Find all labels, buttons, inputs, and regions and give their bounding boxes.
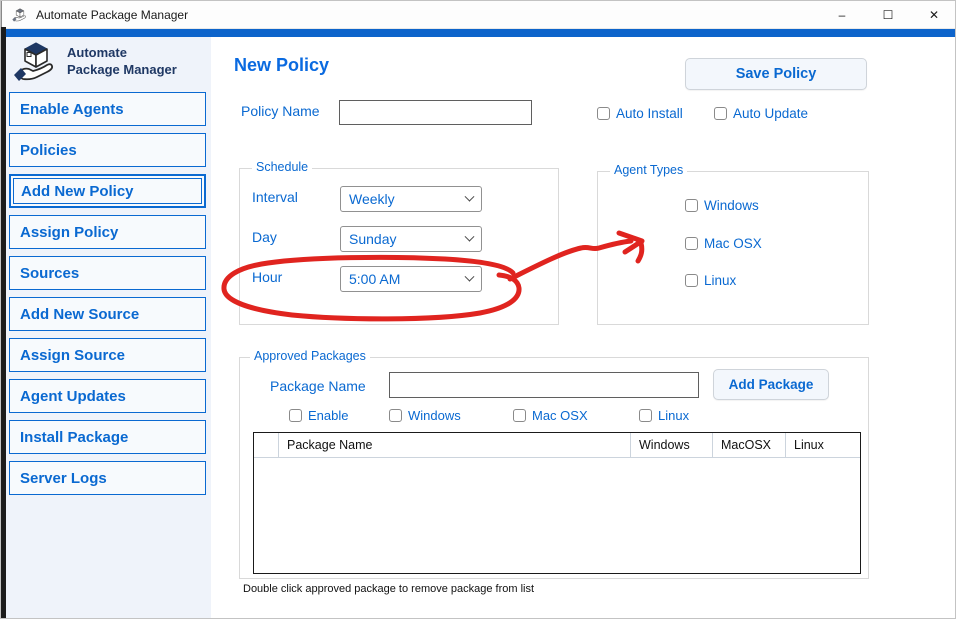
checkbox-icon	[685, 199, 698, 212]
col-macosx: MacOSX	[713, 433, 786, 457]
day-select[interactable]: Sunday	[340, 226, 482, 252]
checkbox-icon	[639, 409, 652, 422]
pkg-linux-checkbox[interactable]: Linux	[639, 408, 689, 423]
app-window: Automate Package Manager – ☐ ✕ Automate …	[0, 0, 956, 619]
app-logo: Automate Package Manager	[13, 41, 177, 83]
agent-linux-checkbox[interactable]: Linux	[685, 273, 736, 288]
col-package-name: Package Name	[279, 433, 631, 457]
brand-line2: Package Manager	[67, 62, 177, 79]
table-header-row: Package Name Windows MacOSX Linux	[254, 433, 860, 458]
agent-windows-label: Windows	[704, 198, 759, 213]
window-title: Automate Package Manager	[36, 8, 188, 22]
hour-value: 5:00 AM	[349, 271, 400, 287]
hour-select[interactable]: 5:00 AM	[340, 266, 482, 292]
col-selector	[254, 433, 279, 457]
agent-windows-checkbox[interactable]: Windows	[685, 198, 759, 213]
agent-types-legend: Agent Types	[610, 163, 687, 177]
checkbox-icon	[289, 409, 302, 422]
package-hand-icon	[13, 41, 59, 83]
auto-update-label: Auto Update	[733, 106, 808, 121]
pkg-windows-label: Windows	[408, 408, 461, 423]
sidebar-item-assign-policy[interactable]: Assign Policy	[9, 215, 206, 249]
minimize-button[interactable]: –	[819, 1, 865, 29]
pkg-macosx-checkbox[interactable]: Mac OSX	[513, 408, 588, 423]
chevron-down-icon	[465, 191, 475, 201]
add-package-button[interactable]: Add Package	[713, 369, 829, 400]
package-name-input[interactable]	[389, 372, 699, 398]
checkbox-icon	[513, 409, 526, 422]
table-body-empty[interactable]	[254, 458, 860, 573]
approved-packages-legend: Approved Packages	[250, 349, 370, 363]
auto-update-checkbox[interactable]: Auto Update	[714, 106, 808, 121]
close-button[interactable]: ✕	[911, 1, 956, 29]
agent-linux-label: Linux	[704, 273, 736, 288]
sidebar-item-sources[interactable]: Sources	[9, 256, 206, 290]
col-windows: Windows	[631, 433, 713, 457]
col-linux: Linux	[786, 433, 857, 457]
checkbox-icon	[685, 237, 698, 250]
policy-name-label: Policy Name	[241, 103, 320, 119]
hour-label: Hour	[252, 269, 282, 285]
pkg-linux-label: Linux	[658, 408, 689, 423]
remove-package-hint: Double click approved package to remove …	[243, 583, 534, 595]
sidebar-item-install-package[interactable]: Install Package	[9, 420, 206, 454]
chevron-down-icon	[465, 271, 475, 281]
save-policy-button[interactable]: Save Policy	[685, 58, 867, 90]
pkg-macosx-label: Mac OSX	[532, 408, 588, 423]
interval-select[interactable]: Weekly	[340, 186, 482, 212]
pkg-enable-checkbox[interactable]: Enable	[289, 408, 348, 423]
title-bar: Automate Package Manager – ☐ ✕	[1, 1, 956, 29]
page-title: New Policy	[234, 55, 329, 76]
chevron-down-icon	[465, 231, 475, 241]
checkbox-icon	[685, 274, 698, 287]
pkg-enable-label: Enable	[308, 408, 348, 423]
sidebar-item-agent-updates[interactable]: Agent Updates	[9, 379, 206, 413]
agent-macosx-checkbox[interactable]: Mac OSX	[685, 236, 762, 251]
agent-types-group: Agent Types Windows Mac OSX Linux	[597, 171, 869, 325]
interval-value: Weekly	[349, 191, 395, 207]
sidebar-item-add-new-policy[interactable]: Add New Policy	[9, 174, 206, 208]
app-window-icon	[12, 7, 28, 23]
checkbox-icon	[389, 409, 402, 422]
auto-install-label: Auto Install	[616, 106, 683, 121]
brand-line1: Automate	[67, 45, 177, 62]
day-value: Sunday	[349, 231, 396, 247]
sidebar-item-enable-agents[interactable]: Enable Agents	[9, 92, 206, 126]
checkbox-icon	[597, 107, 610, 120]
schedule-group: Schedule Interval Weekly Day Sunday Hour…	[239, 168, 559, 325]
approved-packages-table[interactable]: Package Name Windows MacOSX Linux	[253, 432, 861, 574]
maximize-button[interactable]: ☐	[865, 1, 911, 29]
sidebar-item-add-new-source[interactable]: Add New Source	[9, 297, 206, 331]
accent-strip	[1, 29, 956, 37]
policy-name-input[interactable]	[339, 100, 532, 125]
day-label: Day	[252, 229, 277, 245]
sidebar-item-policies[interactable]: Policies	[9, 133, 206, 167]
schedule-legend: Schedule	[252, 160, 312, 174]
sidebar: Automate Package Manager Enable Agents P…	[6, 37, 211, 619]
sidebar-item-server-logs[interactable]: Server Logs	[9, 461, 206, 495]
checkbox-icon	[714, 107, 727, 120]
interval-label: Interval	[252, 189, 298, 205]
package-name-label: Package Name	[270, 378, 366, 394]
brand-name: Automate Package Manager	[67, 45, 177, 79]
pkg-windows-checkbox[interactable]: Windows	[389, 408, 461, 423]
agent-macosx-label: Mac OSX	[704, 236, 762, 251]
auto-install-checkbox[interactable]: Auto Install	[597, 106, 683, 121]
sidebar-item-assign-source[interactable]: Assign Source	[9, 338, 206, 372]
